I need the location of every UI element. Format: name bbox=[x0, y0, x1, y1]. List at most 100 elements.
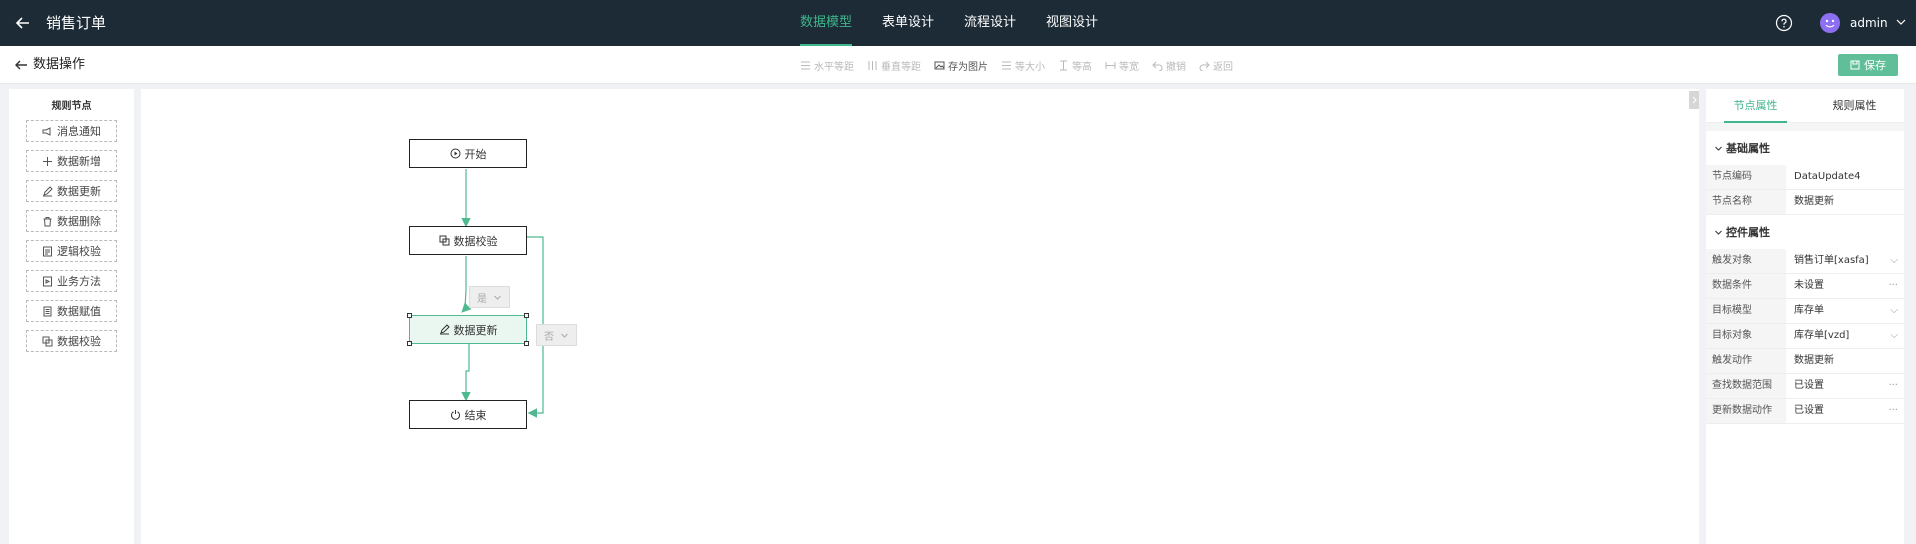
resize-handle[interactable] bbox=[524, 341, 529, 346]
tool-same-width[interactable]: 等宽 bbox=[1105, 56, 1139, 74]
prop-value[interactable]: DataUpdate4 bbox=[1786, 165, 1904, 189]
branch-yes-select[interactable]: 是 bbox=[469, 286, 510, 308]
flow-connectors bbox=[461, 169, 544, 418]
help-icon[interactable] bbox=[1775, 14, 1793, 32]
palette-item-data-assign[interactable]: 数据赋值 bbox=[26, 300, 117, 322]
align-vertical-icon bbox=[868, 60, 877, 70]
prop-label: 触发动作 bbox=[1706, 349, 1786, 373]
prop-row: 目标对象 库存单[vzd] ⌵ bbox=[1706, 324, 1904, 349]
prop-label: 目标模型 bbox=[1706, 299, 1786, 323]
prop-value: 库存单 bbox=[1794, 305, 1824, 316]
tab-node-properties[interactable]: 节点属性 bbox=[1706, 89, 1805, 123]
section-title: 控件属性 bbox=[1726, 226, 1770, 239]
avatar[interactable] bbox=[1820, 13, 1840, 33]
prop-row: 目标模型 库存单 ⌵ bbox=[1706, 299, 1904, 324]
save-button[interactable]: 保存 bbox=[1838, 54, 1898, 76]
prop-row: 查找数据范围 已设置 ··· bbox=[1706, 374, 1904, 399]
palette-item-message[interactable]: 消息通知 bbox=[26, 120, 117, 142]
image-icon bbox=[934, 61, 945, 69]
trash-icon bbox=[43, 216, 52, 226]
palette-item-label: 业务方法 bbox=[57, 275, 101, 288]
branch-no-select[interactable]: 否 bbox=[536, 324, 577, 346]
node-label: 数据更新 bbox=[453, 323, 498, 337]
collapse-right-button[interactable] bbox=[1689, 91, 1699, 109]
prop-label: 更新数据动作 bbox=[1706, 399, 1786, 423]
palette-item-data-update[interactable]: 数据更新 bbox=[26, 180, 117, 202]
resize-handle[interactable] bbox=[407, 313, 412, 318]
palette-item-label: 数据校验 bbox=[57, 335, 101, 348]
palette-item-data-add[interactable]: 数据新增 bbox=[26, 150, 117, 172]
prop-value[interactable]: 数据更新 bbox=[1786, 190, 1904, 214]
tool-undo[interactable]: 撤销 bbox=[1152, 56, 1186, 74]
tool-horizontal-distribute[interactable]: 水平等距 bbox=[800, 56, 854, 74]
back-arrow-icon[interactable] bbox=[12, 12, 34, 34]
prop-label: 数据条件 bbox=[1706, 274, 1786, 298]
palette-item-data-delete[interactable]: 数据删除 bbox=[26, 210, 117, 232]
prop-row: 节点编码 DataUpdate4 bbox=[1706, 165, 1904, 190]
edge-update-end[interactable] bbox=[461, 344, 471, 402]
node-end[interactable]: 结束 bbox=[409, 400, 527, 429]
dropdown-icon: ⌵ bbox=[1890, 305, 1898, 316]
prop-row: 触发动作 数据更新 bbox=[1706, 349, 1904, 374]
tab-flow-design[interactable]: 流程设计 bbox=[964, 0, 1016, 46]
chevron-down-icon bbox=[494, 295, 501, 300]
canvas-toolbar: 水平等距 垂直等距 存为图片 等大小 等高 等宽 撤销 返回 bbox=[800, 56, 1233, 74]
undo-icon bbox=[1152, 61, 1163, 71]
palette-item-business-method[interactable]: 业务方法 bbox=[26, 270, 117, 292]
save-icon bbox=[1850, 60, 1860, 70]
resize-handle[interactable] bbox=[407, 341, 412, 346]
prop-row: 更新数据动作 已设置 ··· bbox=[1706, 399, 1904, 424]
prop-select[interactable]: 销售订单[xasfa] ⌵ bbox=[1786, 249, 1904, 273]
prop-select[interactable]: 库存单[vzd] ⌵ bbox=[1786, 324, 1904, 348]
prop-label: 目标对象 bbox=[1706, 324, 1786, 348]
app-header: 销售订单 数据模型 表单设计 流程设计 视图设计 admin bbox=[0, 0, 1916, 46]
palette-item-label: 逻辑校验 bbox=[57, 245, 101, 258]
chevron-down-icon[interactable] bbox=[1895, 16, 1907, 28]
power-icon bbox=[450, 410, 460, 420]
prop-row: 数据条件 未设置 ··· bbox=[1706, 274, 1904, 299]
palette-item-label: 消息通知 bbox=[57, 125, 101, 138]
node-label: 数据校验 bbox=[453, 234, 498, 248]
edit-icon bbox=[43, 185, 53, 196]
tool-label: 等大小 bbox=[1015, 61, 1045, 73]
tab-form-design[interactable]: 表单设计 bbox=[882, 0, 934, 46]
edge-validate-update[interactable] bbox=[461, 256, 472, 313]
palette-item-data-validate[interactable]: 数据校验 bbox=[26, 330, 117, 352]
section-control[interactable]: 控件属性 bbox=[1706, 215, 1904, 249]
back-arrow-icon[interactable] bbox=[12, 56, 30, 74]
palette-item-logic-check[interactable]: 逻辑校验 bbox=[26, 240, 117, 262]
prop-picker[interactable]: 已设置 ··· bbox=[1786, 399, 1904, 423]
node-label: 结束 bbox=[464, 408, 487, 422]
tab-rule-properties[interactable]: 规则属性 bbox=[1805, 89, 1904, 122]
prop-row: 节点名称 数据更新 bbox=[1706, 190, 1904, 215]
node-data-validate[interactable]: 数据校验 bbox=[409, 226, 527, 255]
more-icon: ··· bbox=[1888, 380, 1898, 391]
tab-data-model[interactable]: 数据模型 bbox=[800, 0, 853, 46]
assign-icon bbox=[43, 306, 52, 316]
same-height-icon bbox=[1060, 60, 1067, 70]
plus-icon bbox=[43, 156, 52, 166]
username[interactable]: admin bbox=[1850, 12, 1888, 34]
palette-item-label: 数据赋值 bbox=[57, 305, 101, 318]
prop-label: 查找数据范围 bbox=[1706, 374, 1786, 398]
prop-value: 数据更新 bbox=[1786, 349, 1904, 373]
prop-picker[interactable]: 已设置 ··· bbox=[1786, 374, 1904, 398]
tab-view-design[interactable]: 视图设计 bbox=[1046, 0, 1098, 46]
smile-icon bbox=[1825, 19, 1835, 28]
tool-save-image[interactable]: 存为图片 bbox=[934, 56, 988, 74]
section-basic[interactable]: 基础属性 bbox=[1706, 131, 1904, 165]
node-start[interactable]: 开始 bbox=[409, 139, 527, 168]
prop-picker[interactable]: 未设置 ··· bbox=[1786, 274, 1904, 298]
tool-same-height[interactable]: 等高 bbox=[1058, 56, 1092, 74]
tool-redo[interactable]: 返回 bbox=[1199, 56, 1233, 74]
play-circle-icon bbox=[450, 148, 460, 159]
prop-select[interactable]: 库存单 ⌵ bbox=[1786, 299, 1904, 323]
tool-vertical-distribute[interactable]: 垂直等距 bbox=[867, 56, 921, 74]
tool-same-size[interactable]: 等大小 bbox=[1001, 56, 1045, 74]
flow-canvas[interactable]: 开始 数据校验 数据更新 结束 是 否 bbox=[141, 89, 1699, 544]
resize-handle[interactable] bbox=[524, 313, 529, 318]
properties-tabs: 节点属性 规则属性 bbox=[1706, 89, 1904, 123]
prop-value: 已设置 bbox=[1794, 405, 1824, 416]
chevron-down-icon bbox=[1715, 230, 1722, 235]
node-data-update[interactable]: 数据更新 bbox=[409, 315, 527, 344]
